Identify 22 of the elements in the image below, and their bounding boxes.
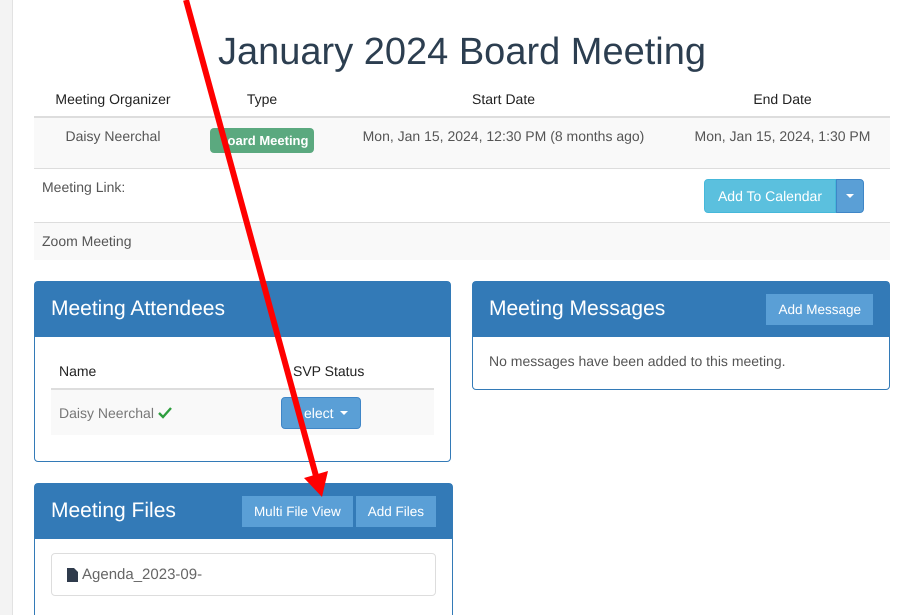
empty-message: No messages have been added to this meeting. xyxy=(488,352,787,371)
add-to-calendar-button[interactable]: Add To Calendar xyxy=(704,179,836,213)
add-message-button[interactable]: Add Message xyxy=(766,294,873,324)
type-badge: oard Meeting xyxy=(210,128,314,153)
file-icon xyxy=(67,568,78,582)
panel-title: Meeting Files xyxy=(51,499,176,523)
page-title: January 2024 Board Meeting xyxy=(217,33,707,71)
table-cell: Mon, Jan 15, 2024, 12:30 PM (8 months ago) xyxy=(332,118,675,168)
caret-icon xyxy=(846,194,854,198)
meeting-location: Zoom Meeting xyxy=(42,233,132,249)
table-cell: Daisy Neerchal xyxy=(34,118,192,168)
calendar-dropdown-button[interactable] xyxy=(836,179,864,213)
panel-title: Meeting Attendees xyxy=(51,297,225,321)
files-action-button[interactable]: Multi File View xyxy=(242,496,353,526)
table-cell: Mon, Jan 15, 2024, 1:30 PM xyxy=(675,118,890,168)
attendee-name: Daisy Neerchal xyxy=(59,404,154,420)
meeting-link-label: Meeting Link: xyxy=(42,179,126,195)
files-action-button[interactable]: Add Files xyxy=(356,496,436,526)
panel-title: Meeting Messages xyxy=(489,297,666,321)
rsvp-select-button[interactable]: elect xyxy=(281,396,361,428)
caret-icon xyxy=(340,410,348,414)
file-link[interactable]: Agenda_2023-09- xyxy=(82,566,202,583)
